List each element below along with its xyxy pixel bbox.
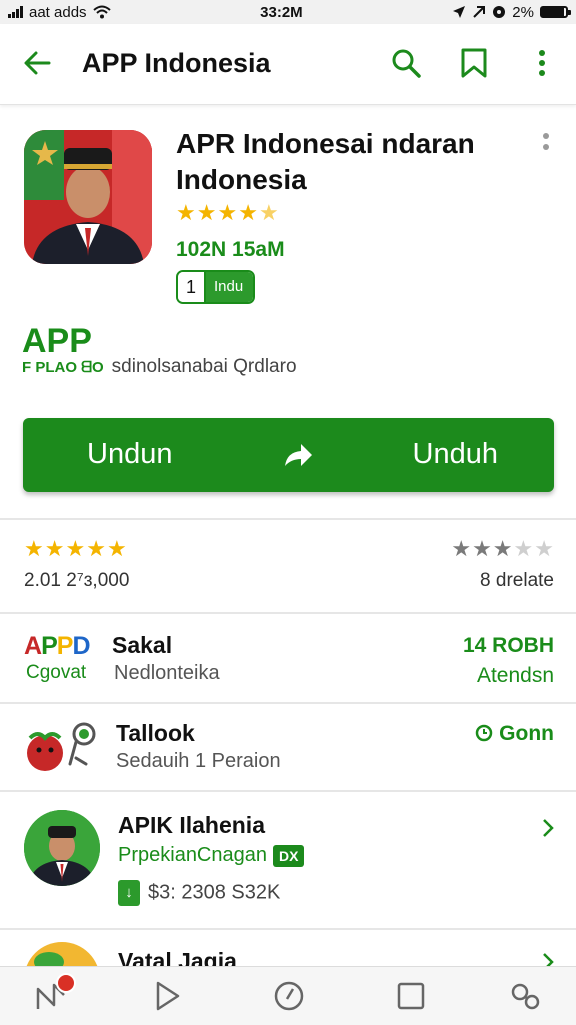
appd-logo: APPD [24,632,91,660]
developer-name: sdinolsanabai Qrdlaro [111,356,297,377]
battery-icon [539,6,571,18]
signal-icon [8,6,23,18]
status-time: 33:2M [260,3,303,21]
bookmark-icon[interactable] [458,47,490,79]
more-vert-icon[interactable] [526,47,558,79]
compass-icon[interactable] [272,979,306,1013]
star-icon: ★ [238,200,258,225]
share-icon[interactable] [281,438,315,472]
list-item-chip: DX [273,844,305,867]
list-item-meta-sub: Atendsn [476,664,554,687]
list-item-price-text: $3: 2308 S32K [148,881,281,904]
location-icon [453,6,466,18]
star-icon: ★ [451,536,472,561]
back-arrow-icon[interactable] [22,48,52,78]
rating-stars-left: ★ ★ ★ ★ ★ [24,538,129,560]
rating-count-right: 8 drelate [480,570,554,591]
star-icon: ★ [24,536,44,561]
developer-tag: F PLAO ᗺO [22,359,104,376]
wifi-icon [92,5,111,19]
app-title: APR Indonesai ndaran Indonesia [176,128,475,195]
content-badge: 1 Indu [176,270,256,304]
star-icon: ★ [258,200,279,225]
chevron-right-icon[interactable] [538,818,558,838]
app-rating-stars: ★ ★ ★ ★ ★ [176,202,279,224]
rating-summary-right: ★ ★ ★ ★ ★ 8 drelate [451,538,554,592]
install-button[interactable]: Undun Unduh [23,418,554,492]
search-icon[interactable] [390,47,422,79]
star-icon: ★ [86,536,106,561]
developer-logo-text: APP [22,322,92,360]
star-icon: ★ [472,536,492,561]
star-icon: ★ [44,536,65,561]
square-icon[interactable] [394,979,428,1013]
list-item-title: Tallook [116,720,195,746]
list-item-subtitle: Nedlonteika [114,662,220,684]
list-item-subtitle-text: PrpekianCnagan [118,844,267,866]
rating-summary-left: ★ ★ ★ ★ ★ 2.01 2⁷ɜ,000 [24,538,129,592]
app-bar: APP Indonesia [0,24,576,105]
list-item-price: ↓ $3: 2308 S32K [118,880,280,906]
list-item-subtitle: PrpekianCnagan DX [118,844,305,867]
star-icon: ★ [176,200,196,225]
apps-logo-icon [27,722,96,771]
star-icon: ★ [196,200,217,225]
chevron-right-icon[interactable] [538,952,558,966]
page-title: APP Indonesia [82,48,271,78]
list-item-meta-text: Gonn [499,722,554,745]
avatar [24,810,100,886]
list-item-title: Sakal [112,632,173,658]
search-people-icon[interactable] [508,979,542,1013]
download-count: 102N 15aM [176,238,285,261]
list-item[interactable]: APIK Ilahenia PrpekianCnagan DX ↓ $3: 2308… [0,792,576,928]
avatar [24,942,100,966]
list-item-meta: Gonn [475,722,554,746]
badge-number: 1 [178,272,206,302]
list-item[interactable]: Tallook Sedauih 1 Peraion Gonn [0,704,576,790]
divider [0,612,576,614]
battery-percent: 2% [512,3,534,21]
signal-arrow-icon [473,6,486,18]
list-item-title: APIK Ilahenia [118,812,265,838]
play-icon[interactable] [150,979,184,1013]
rating-count-left: 2.01 2⁷ɜ,000 [24,570,130,591]
star-icon: ★ [513,536,534,561]
rating-stars-right: ★ ★ ★ ★ ★ [451,538,554,560]
list-item[interactable]: APPD Cgovat Sakal Nedlonteika 14 ROBH At… [0,616,576,702]
star-icon: ★ [217,200,238,225]
badge-label: Indu [206,272,254,302]
app-icon[interactable] [24,130,152,264]
star-icon: ★ [106,536,127,561]
carrier-text: aat adds [29,3,87,21]
appd-logo-sub: Cgovat [26,662,87,683]
star-icon: ★ [534,536,554,561]
star-icon: ★ [65,536,86,561]
install-label-left: Undun [87,438,173,470]
list-item-meta: 14 ROBH [462,634,554,657]
divider [0,518,576,520]
notification-badge [56,973,76,993]
developer-line: F PLAO ᗺO sdinolsanabai Qrdlaro [22,356,297,378]
install-label-right: Unduh [412,438,498,470]
alarm-icon [493,6,506,18]
list-item-title: Vatal Jagia [118,948,237,966]
overflow-menu-icon[interactable] [540,132,552,162]
clock-icon [476,724,493,742]
status-bar: aat adds 33:2M 2% [0,0,576,24]
star-icon: ★ [492,536,513,561]
bottom-navigation [0,966,576,1025]
list-item[interactable]: Vatal Jagia [0,930,576,966]
download-icon: ↓ [118,880,140,906]
list-item-subtitle: Sedauih 1 Peraion [116,750,281,772]
